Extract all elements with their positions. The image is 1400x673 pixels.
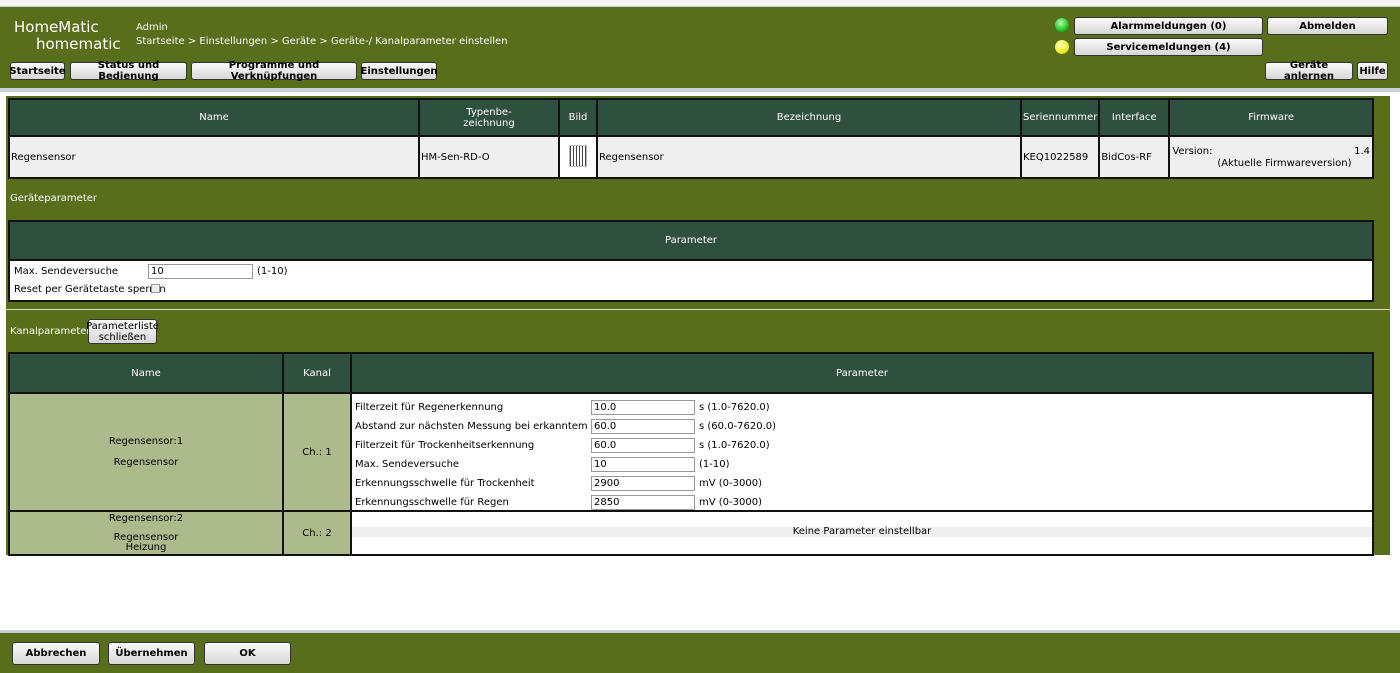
alarm-messages-button[interactable]: Alarmmeldungen (0) xyxy=(1074,17,1263,35)
channel-name: Regensensor:1 xyxy=(108,436,184,447)
col-interface: Interface xyxy=(1098,98,1171,137)
help-button[interactable]: Hilfe xyxy=(1357,62,1388,80)
browser-bookmark-bar xyxy=(0,0,1400,7)
nav-einstellungen[interactable]: Einstellungen xyxy=(360,62,438,80)
service-led-icon xyxy=(1055,40,1069,54)
param-input[interactable] xyxy=(591,400,695,415)
device-table: Name Typenbe- zeichnung Bild Bezeichnung… xyxy=(8,98,1374,179)
col-firmware: Firmware xyxy=(1168,98,1374,137)
service-messages-button[interactable]: Servicemeldungen (4) xyxy=(1074,38,1263,56)
device-params-title: Geräteparameter xyxy=(10,193,98,204)
firmware-version: 1.4 xyxy=(1354,146,1370,157)
param-label: Erkennungsschwelle für Trockenheit xyxy=(355,478,535,489)
col-channel-name: Name xyxy=(8,352,284,394)
channel-desc-2: Heizung xyxy=(125,542,167,553)
param-label: Filterzeit für Regenerkennung xyxy=(355,402,504,413)
breadcrumb: Startseite > Einstellungen > Geräte > Ge… xyxy=(136,36,508,47)
firmware-label: Version: xyxy=(1172,146,1213,157)
device-type: HM-Sen-RD-O xyxy=(418,135,560,179)
logout-button[interactable]: Abmelden xyxy=(1267,17,1388,35)
device-serial: KEQ1022589 xyxy=(1019,135,1101,179)
col-serial: Seriennummer xyxy=(1019,98,1101,137)
param-input[interactable] xyxy=(591,495,695,510)
device-row: Regensensor HM-Sen-RD-O Regensensor KEQ1… xyxy=(8,135,1374,179)
close-param-list-button[interactable]: Parameterliste schließen xyxy=(86,319,159,344)
max-send-range: (1-10) xyxy=(257,266,288,277)
param-input[interactable] xyxy=(591,438,695,453)
nav-startseite[interactable]: Startseite xyxy=(9,62,66,80)
device-params-table: Parameter Max. Sendeversuche (1-10) Rese… xyxy=(8,220,1374,302)
channel-params: Filterzeit für Regenerkennung s (1.0-762… xyxy=(350,392,1374,512)
max-send-label: Max. Sendeversuche xyxy=(14,266,119,277)
param-range: mV (0-3000) xyxy=(699,497,762,508)
max-send-input[interactable] xyxy=(148,264,253,279)
header-divider xyxy=(0,88,1400,92)
col-name: Name xyxy=(8,98,420,137)
firmware-note: (Aktuelle Firmwareversion) xyxy=(1217,158,1352,169)
param-input[interactable] xyxy=(591,476,695,491)
channel-number: Ch.: 1 xyxy=(282,392,352,512)
learn-devices-button[interactable]: Geräte anlernen xyxy=(1265,60,1353,82)
param-input[interactable] xyxy=(591,419,695,434)
channel-name: Regensensor:2 xyxy=(108,513,184,524)
channel-row: Regensensor:2 Regensensor Heizung Ch.: 2 K… xyxy=(8,510,1374,556)
channel-row: Regensensor:1 Regensensor Ch.: 1 Filterze… xyxy=(8,392,1374,512)
param-label: Filterzeit für Trockenheitserkennung xyxy=(355,440,535,451)
col-image: Bild xyxy=(558,98,598,137)
user-name: Admin xyxy=(136,22,168,33)
channel-params-title: Kanalparameter xyxy=(10,326,91,337)
reset-lock-checkbox[interactable] xyxy=(151,284,160,293)
device-description: Regensensor xyxy=(596,135,1022,179)
channel-desc: Regensensor xyxy=(113,457,179,468)
param-range: s (60.0-7620.0) xyxy=(699,421,777,432)
device-name: Regensensor xyxy=(8,135,420,179)
nav-programme[interactable]: Programme und Verknüpfungen xyxy=(191,60,357,82)
param-label: Max. Sendeversuche xyxy=(355,459,460,470)
section-divider xyxy=(6,309,1390,310)
logo: HomeMatic xyxy=(14,18,99,36)
device-image-icon xyxy=(569,144,587,167)
param-label: Erkennungsschwelle für Regen xyxy=(355,497,509,508)
col-channel: Kanal xyxy=(282,352,352,394)
logo-secondary: homematic xyxy=(36,35,121,53)
alarm-led-icon xyxy=(1055,18,1069,32)
reset-lock-label: Reset per Gerätetaste sperren xyxy=(14,284,166,295)
nav-status-bedienung[interactable]: Status und Bedienung xyxy=(70,60,187,82)
param-range: mV (0-3000) xyxy=(699,478,762,489)
param-input[interactable] xyxy=(591,457,695,472)
param-range: s (1.0-7620.0) xyxy=(699,440,770,451)
channel-table: Name Kanal Parameter Regensensor:1 Regens… xyxy=(8,352,1374,556)
ok-button[interactable]: OK xyxy=(204,642,291,665)
device-firmware: Version: 1.4 (Aktuelle Firmwareversion) xyxy=(1168,135,1374,179)
param-range: s (1.0-7620.0) xyxy=(699,402,770,413)
col-type: Typenbe- zeichnung xyxy=(418,98,560,137)
no-params-text: Keine Parameter einstellbar xyxy=(352,527,1372,537)
device-image xyxy=(558,135,598,179)
channel-number: Ch.: 2 xyxy=(282,510,352,556)
col-description: Bezeichnung xyxy=(596,98,1022,137)
param-header: Parameter xyxy=(8,220,1374,261)
cancel-button[interactable]: Abbrechen xyxy=(12,642,100,665)
apply-button[interactable]: Übernehmen xyxy=(108,642,195,665)
col-parameter: Parameter xyxy=(350,352,1374,394)
device-interface: BidCos-RF xyxy=(1098,135,1171,179)
param-range: (1-10) xyxy=(699,459,730,470)
param-label: Abstand zur nächsten Messung bei erkannt… xyxy=(355,421,623,432)
